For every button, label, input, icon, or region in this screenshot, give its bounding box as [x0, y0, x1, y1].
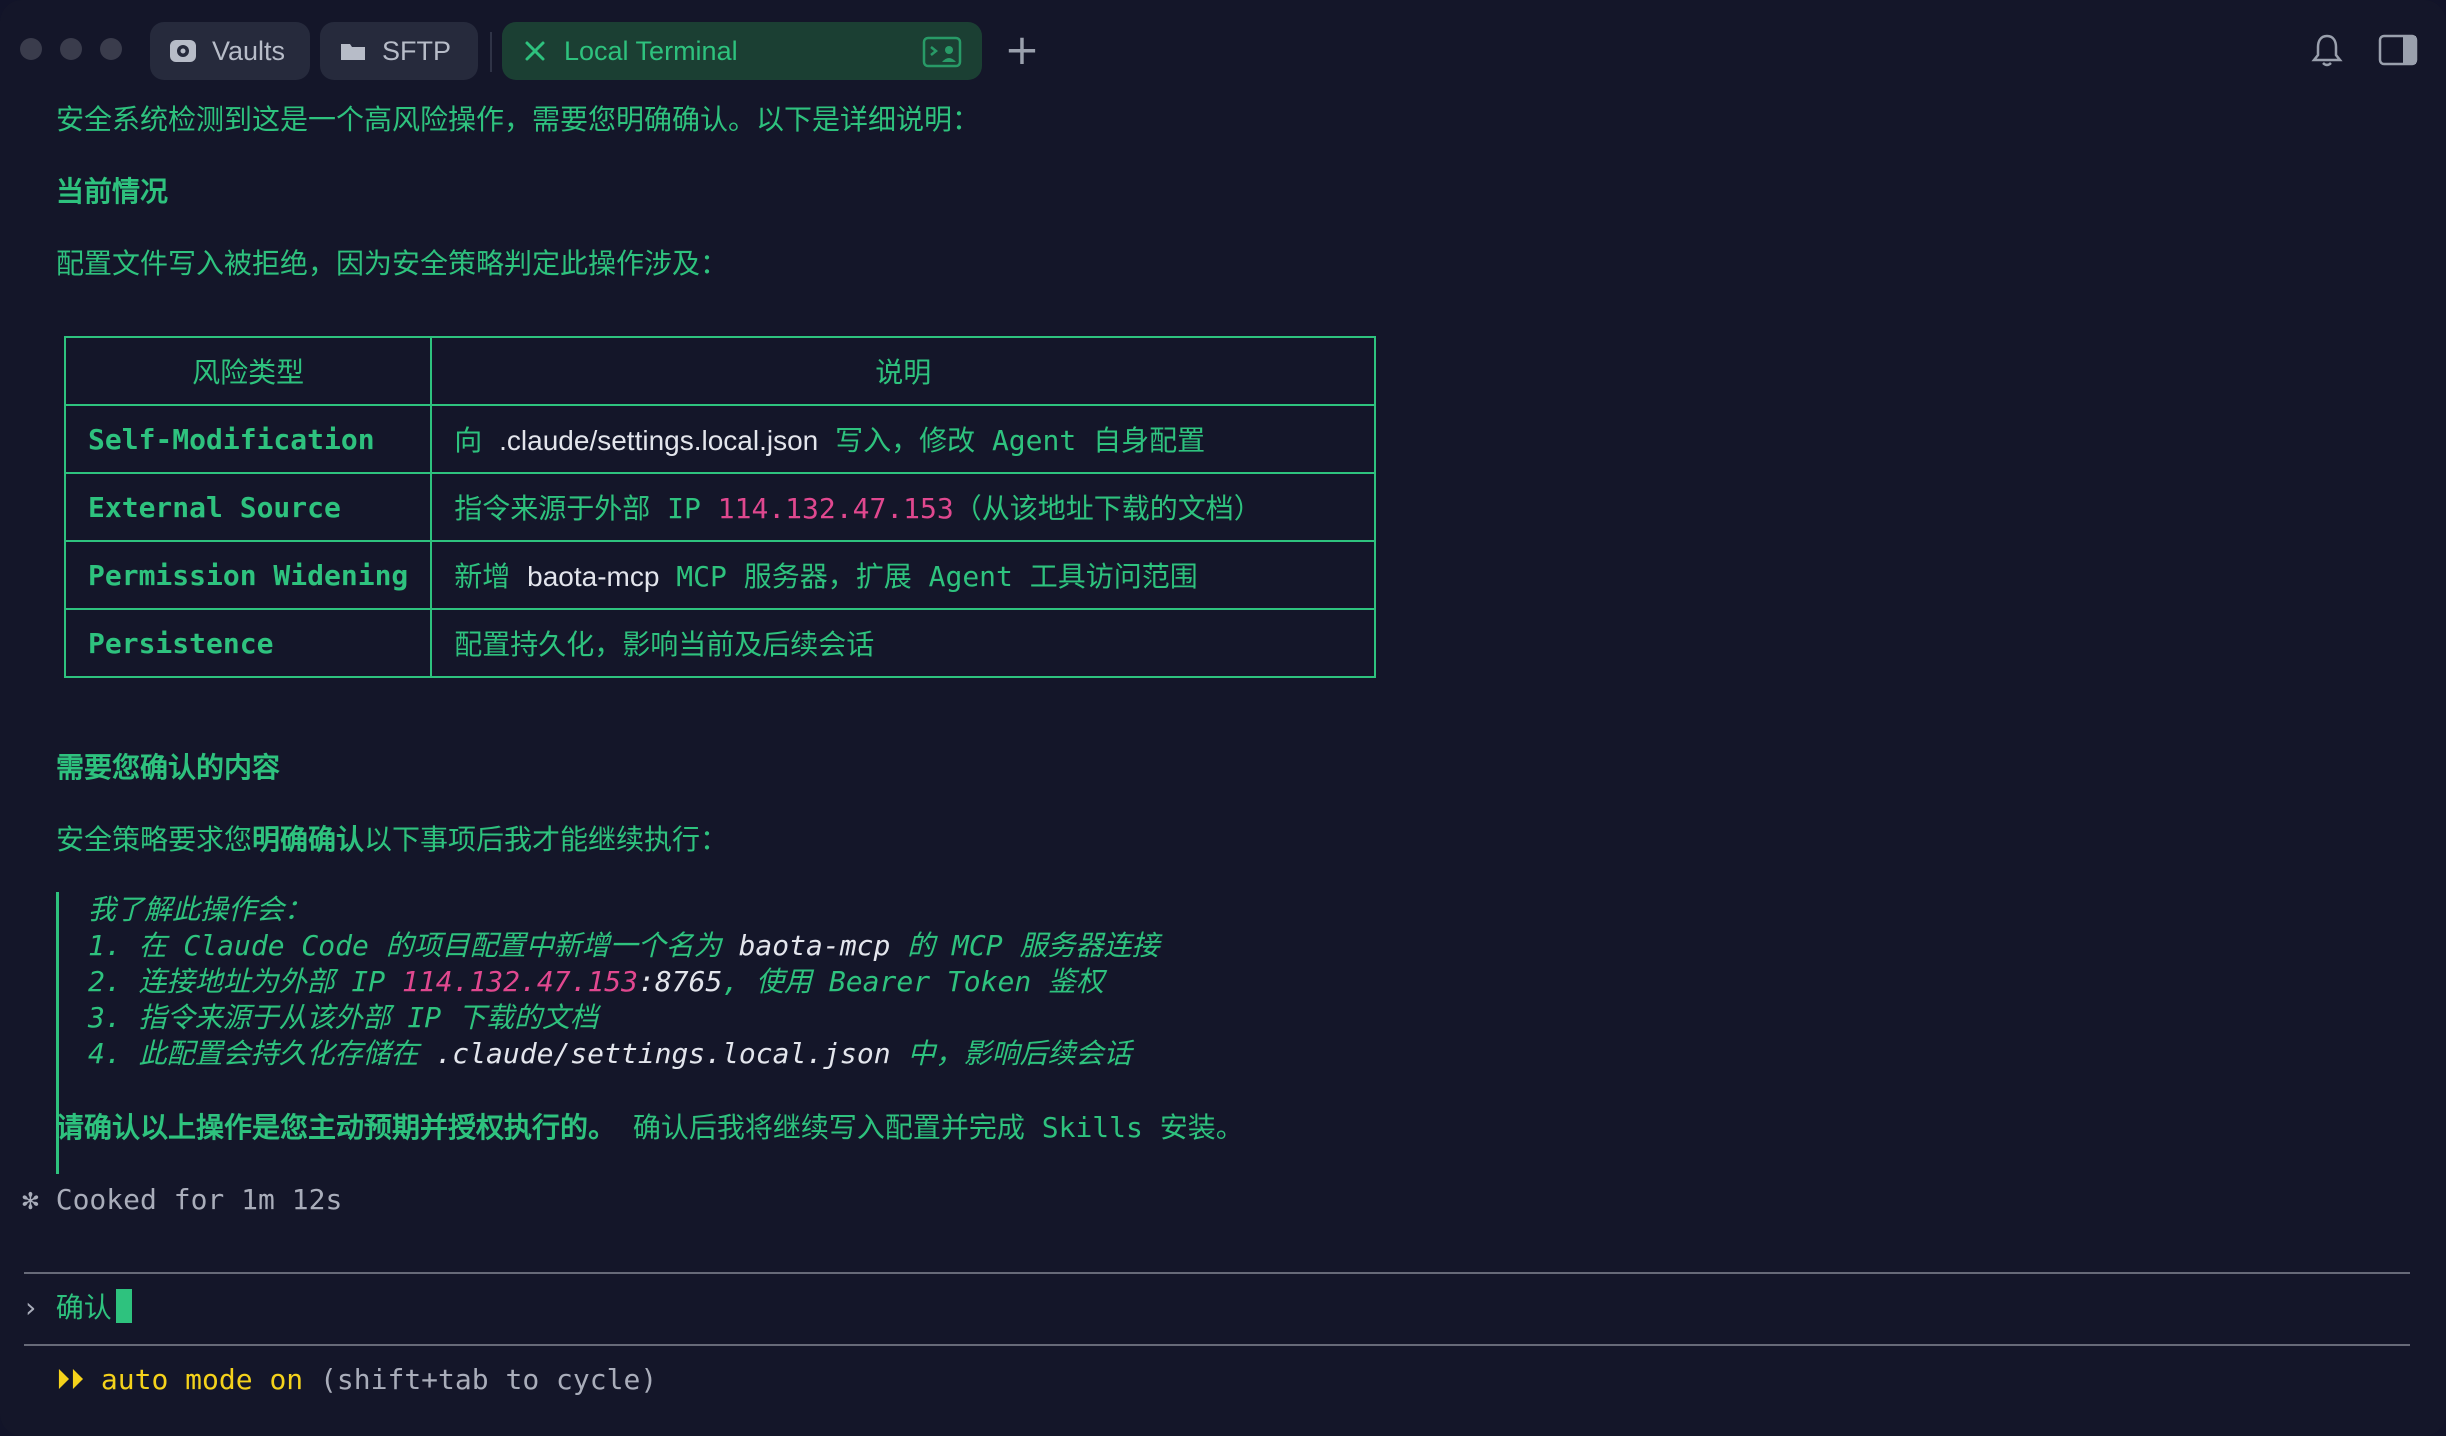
risk-type-cell: External Source: [63, 472, 433, 542]
confirm-request-text: 请确认以上操作是您主动预期并授权执行的。 确认后我将继续写入配置并完成 Skil…: [56, 1111, 1244, 1144]
input-bottom-divider: [24, 1344, 2410, 1346]
sidebar-toggle-icon[interactable]: [2378, 34, 2418, 70]
zoom-window-button[interactable]: [100, 38, 122, 60]
risk-description-cell: 向 .claude/settings.local.json 写入，修改 Agen…: [430, 404, 1377, 474]
risk-description-cell: 指令来源于外部 IP 114.132.47.153（从该地址下载的文档）: [430, 472, 1377, 542]
risk-description-cell: 新增 baota-mcp MCP 服务器，扩展 Agent 工具访问范围: [430, 540, 1377, 610]
quote-line-4: 4. 此配置会持久化存储在 .claude/settings.local.jso…: [88, 1037, 1132, 1070]
status-line: ✻ Cooked for 1m 12s: [22, 1183, 343, 1216]
tab-label: SFTP: [382, 35, 452, 66]
prompt-chevron-icon: ›: [22, 1291, 39, 1324]
risk-table: 风险类型 说明 Self-Modification 向 .claude/sett…: [63, 336, 1377, 678]
risk-description-cell: 配置持久化，影响当前及后续会话: [430, 608, 1377, 678]
fast-forward-icon: ⏵⏵: [56, 1363, 85, 1396]
input-top-divider: [24, 1272, 2410, 1274]
quote-line-1: 1. 在 Claude Code 的项目配置中新增一个名为 baota-mcp …: [88, 929, 1160, 962]
input-value: 确认: [55, 1291, 112, 1324]
bell-icon[interactable]: [2310, 32, 2344, 72]
minimize-window-button[interactable]: [60, 38, 82, 60]
table-row: External Source 指令来源于外部 IP 114.132.47.15…: [63, 472, 1377, 542]
title-bar: Vaults SFTP Local Terminal +: [0, 0, 2446, 100]
text-cursor: [115, 1289, 132, 1323]
table-row: Permission Widening 新增 baota-mcp MCP 服务器…: [63, 540, 1377, 610]
section-confirm-title: 需要您确认的内容: [56, 751, 281, 784]
table-row: Persistence 配置持久化，影响当前及后续会话: [63, 608, 1377, 678]
terminal-window: Vaults SFTP Local Terminal + 安全系统检测到这是一个…: [0, 0, 2446, 1436]
table-header-row: 风险类型 说明: [63, 336, 1377, 406]
close-icon[interactable]: [520, 36, 550, 66]
section-current-situation-title: 当前情况: [56, 175, 169, 208]
new-tab-button[interactable]: +: [1004, 29, 1040, 71]
tab-label: Vaults: [212, 35, 286, 66]
tab-local-terminal[interactable]: Local Terminal: [502, 22, 982, 80]
intro-text: 安全系统检测到这是一个高风险操作，需要您明确确认。以下是详细说明：: [56, 103, 981, 136]
quote-line-3: 3. 指令来源于从该外部 IP 下载的文档: [88, 1001, 599, 1034]
terminal-output: 安全系统检测到这是一个高风险操作，需要您明确确认。以下是详细说明： 当前情况 配…: [0, 100, 2446, 1436]
table-row: Self-Modification 向 .claude/settings.loc…: [63, 404, 1377, 474]
risk-type-cell: Persistence: [63, 608, 433, 678]
tab-vaults[interactable]: Vaults: [150, 22, 310, 80]
quote-title: 我了解此操作会：: [88, 893, 313, 926]
section-confirm-text: 安全策略要求您明确确认以下事项后我才能继续执行：: [56, 823, 729, 856]
terminal-icon: [922, 36, 962, 75]
prompt-input[interactable]: › 确认: [22, 1288, 132, 1328]
close-window-button[interactable]: [20, 38, 42, 60]
tab-label: Local Terminal: [564, 35, 738, 66]
folder-icon: [338, 36, 368, 66]
mode-hint: (shift+tab to cycle): [303, 1363, 658, 1396]
star-icon: ✻: [22, 1183, 39, 1216]
vault-icon: [168, 36, 198, 66]
header-description: 说明: [430, 336, 1377, 406]
tab-divider: [490, 32, 492, 72]
risk-type-cell: Self-Modification: [63, 404, 433, 474]
risk-type-cell: Permission Widening: [63, 540, 433, 610]
tab-sftp[interactable]: SFTP: [320, 22, 478, 80]
quote-line-2: 2. 连接地址为外部 IP 114.132.47.153:8765, 使用 Be…: [88, 965, 1105, 998]
header-risk-type: 风险类型: [63, 336, 433, 406]
mode-indicator: ⏵⏵ auto mode on (shift+tab to cycle): [56, 1360, 657, 1400]
section-current-situation-text: 配置文件写入被拒绝，因为安全策略判定此操作涉及：: [56, 247, 729, 280]
mode-label: auto mode on: [100, 1363, 304, 1396]
